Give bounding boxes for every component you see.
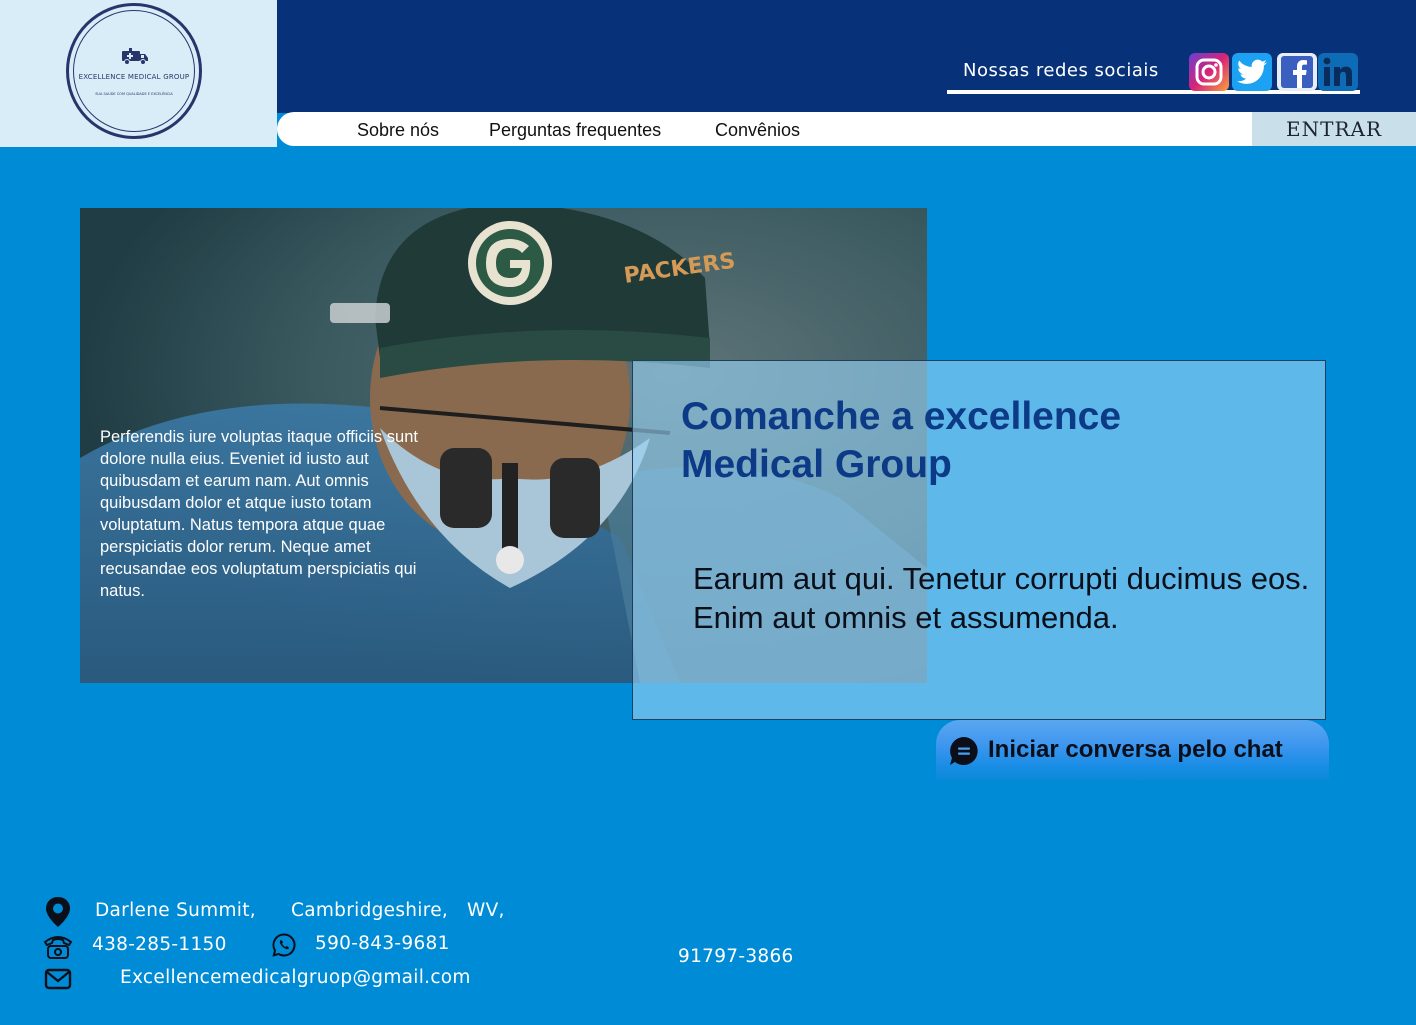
- phone-number[interactable]: 438-285-1150: [92, 934, 227, 955]
- logo-area: EXCELLENCE MEDICAL GROUP SUA SAÚDE COM Q…: [0, 0, 277, 147]
- mail-icon: [44, 968, 72, 990]
- twitter-icon[interactable]: [1232, 53, 1272, 91]
- nav-sobre-nos[interactable]: Sobre nós: [357, 120, 439, 141]
- address-street: Darlene Summit,: [95, 900, 256, 921]
- logo[interactable]: EXCELLENCE MEDICAL GROUP SUA SAÚDE COM Q…: [66, 3, 202, 139]
- linkedin-icon[interactable]: [1318, 53, 1358, 91]
- whatsapp-icon: [272, 933, 296, 957]
- telephone-icon: [43, 936, 73, 959]
- instagram-icon[interactable]: [1189, 53, 1229, 91]
- chat-button[interactable]: Iniciar conversa pelo chat: [936, 720, 1329, 780]
- nav-bar: Sobre nós Perguntas frequentes Convênios: [277, 112, 1252, 146]
- logo-tagline: SUA SAÚDE COM QUALIDADE E EXCELÊNCIA: [95, 92, 173, 96]
- address-state: WV,: [467, 900, 505, 921]
- hero-image-text: Perferendis iure voluptas itaque officii…: [100, 428, 418, 600]
- postal-code: 91797-3866: [678, 946, 794, 967]
- facebook-icon[interactable]: [1277, 53, 1317, 91]
- location-pin-icon: [46, 897, 70, 927]
- nav-convenios[interactable]: Convênios: [715, 120, 800, 141]
- social-label: Nossas redes sociais: [963, 60, 1159, 81]
- hero-title: Comanche a excellence Medical Group: [681, 395, 1122, 486]
- ambulance-icon: [122, 48, 148, 65]
- hero-body: Earum aut qui. Tenetur corrupti ducimus …: [693, 561, 1310, 635]
- login-button[interactable]: ENTRAR: [1252, 112, 1416, 146]
- email-address[interactable]: Excellencemedicalgruop@gmail.com: [120, 967, 471, 988]
- chat-icon: [950, 737, 978, 765]
- whatsapp-number[interactable]: 590-843-9681: [315, 933, 450, 954]
- nav-perguntas-frequentes[interactable]: Perguntas frequentes: [489, 120, 661, 141]
- address-city: Cambridgeshire,: [291, 900, 449, 921]
- hero-card: Comanche a excellence Medical Group Earu…: [632, 360, 1326, 720]
- logo-name: EXCELLENCE MEDICAL GROUP: [78, 73, 190, 81]
- chat-label: Iniciar conversa pelo chat: [988, 736, 1283, 763]
